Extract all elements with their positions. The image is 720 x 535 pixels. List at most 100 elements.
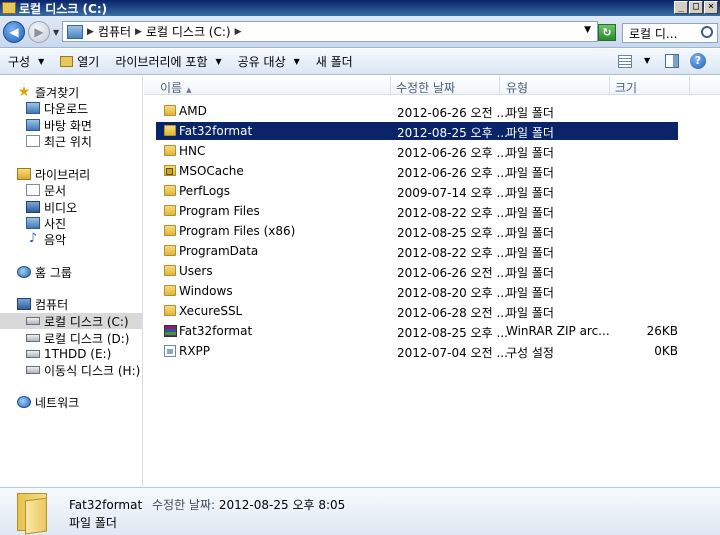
file-type: 파일 폴더 — [506, 106, 554, 120]
recent-pages-dropdown-icon[interactable]: ▼ — [53, 28, 59, 37]
column-divider[interactable] — [390, 76, 391, 95]
file-type: 파일 폴더 — [506, 246, 554, 260]
computer-icon — [67, 24, 83, 39]
file-date: 2012-08-25 오후 ... — [397, 326, 508, 340]
column-header-name[interactable]: 이름 ▲ — [160, 79, 191, 96]
open-label: 열기 — [77, 55, 100, 69]
file-date: 2012-06-28 오전 ... — [397, 306, 508, 320]
file-size: 0KB — [654, 344, 678, 358]
file-row[interactable]: ProgramData 2012-08-22 오후 ... 파일 폴더 — [156, 242, 678, 260]
breadcrumb-local-disk[interactable]: 로컬 디스크 (C:) — [146, 23, 231, 40]
file-row[interactable]: Fat32format 2012-08-25 오후 ... 파일 폴더 — [156, 122, 678, 140]
navigation-pane: ★ 즐겨찾기 다운로드 바탕 화면 최근 위치 라이브러리 문서 비디오 사진 … — [0, 76, 143, 486]
drive-icon — [2, 2, 16, 14]
refresh-button[interactable]: ↻ — [598, 24, 616, 41]
search-input[interactable]: 로컬 디... — [622, 23, 718, 43]
preview-pane-icon[interactable] — [665, 54, 679, 68]
homegroup-icon — [17, 266, 31, 278]
drive-icon — [26, 350, 40, 358]
file-row[interactable]: Users 2012-06-26 오전 ... 파일 폴더 — [156, 262, 678, 280]
file-row[interactable]: RXPP 2012-07-04 오전 ... 구성 설정 0KB — [156, 342, 678, 360]
share-with-button[interactable]: 공유 대상 ▼ — [230, 50, 308, 74]
file-date: 2009-07-14 오후 ... — [397, 186, 508, 200]
file-list: 이름 ▲ 수정한 날짜 유형 크기 AMD 2012-06-26 오전 ... 파일 … — [144, 76, 720, 486]
sidebar-item-label: 음악 — [44, 232, 67, 247]
file-row[interactable]: XecureSSL 2012-06-28 오전 ... 파일 폴더 — [156, 302, 678, 320]
file-row[interactable]: HNC 2012-06-26 오후 ... 파일 폴더 — [156, 142, 678, 160]
file-row[interactable]: Program Files (x86) 2012-08-25 오후 ... 파일 폴… — [156, 222, 678, 240]
sidebar-item-label: 바탕 화면 — [44, 118, 92, 133]
column-header-size[interactable]: 크기 — [615, 79, 637, 96]
file-row[interactable]: AMD 2012-06-26 오전 ... 파일 폴더 — [156, 102, 678, 120]
column-divider[interactable] — [689, 76, 690, 95]
sidebar-item-libraries[interactable]: 라이브러리 — [17, 166, 90, 182]
file-name: Fat32format — [179, 124, 253, 138]
minimize-button[interactable]: _ — [674, 1, 688, 14]
folder-icon — [15, 493, 49, 535]
sidebar-item-pictures[interactable]: 사진 — [26, 215, 66, 231]
folder-icon — [164, 305, 176, 316]
sidebar-item-local-disk-d[interactable]: 로컬 디스크 (D:) — [26, 330, 129, 346]
change-view-icon[interactable] — [618, 55, 632, 68]
file-row[interactable]: Windows 2012-08-20 오후 ... 파일 폴더 — [156, 282, 678, 300]
sidebar-item-network[interactable]: 네트워크 — [17, 394, 79, 410]
close-button[interactable]: × — [704, 1, 718, 14]
chevron-down-icon[interactable]: ▼ — [644, 56, 650, 65]
sidebar-item-1thdd-e[interactable]: 1THDD (E:) — [26, 346, 111, 362]
sidebar-item-downloads[interactable]: 다운로드 — [26, 100, 88, 116]
file-name: Users — [179, 264, 213, 278]
column-header-date[interactable]: 수정한 날짜 — [396, 79, 455, 96]
sidebar-item-removable-disk-h[interactable]: 이동식 디스크 (H:) — [26, 362, 140, 378]
sidebar-item-desktop[interactable]: 바탕 화면 — [26, 117, 92, 133]
sidebar-item-videos[interactable]: 비디오 — [26, 199, 77, 215]
details-modified-value: 2012-08-25 오후 8:05 — [218, 498, 346, 512]
window-controls: _ □ × — [674, 1, 718, 14]
open-button[interactable]: 열기 — [52, 50, 107, 74]
sidebar-item-homegroup[interactable]: 홈 그룹 — [17, 264, 72, 280]
sidebar-item-documents[interactable]: 문서 — [26, 182, 66, 198]
new-folder-button[interactable]: 새 폴더 — [308, 50, 361, 74]
file-date: 2012-08-25 오후 ... — [397, 226, 508, 240]
file-name: Windows — [179, 284, 233, 298]
file-name: XecureSSL — [179, 304, 243, 318]
column-divider[interactable] — [499, 76, 500, 95]
sidebar-item-label: 비디오 — [44, 200, 78, 215]
file-name: AMD — [179, 104, 207, 118]
folder-icon — [164, 125, 176, 136]
file-row[interactable]: Fat32format 2012-08-25 오후 ... WinRAR ZIP a… — [156, 322, 678, 340]
file-row[interactable]: Program Files 2012-08-22 오후 ... 파일 폴더 — [156, 202, 678, 220]
column-divider[interactable] — [609, 76, 610, 95]
star-icon: ★ — [17, 84, 31, 100]
share-with-label: 공유 대상 — [237, 55, 286, 69]
back-button[interactable]: ◀ — [3, 21, 25, 43]
chevron-right-icon[interactable]: ▶ — [135, 27, 142, 37]
file-name: RXPP — [179, 344, 211, 358]
search-icon[interactable] — [701, 26, 713, 38]
chevron-right-icon[interactable]: ▶ — [235, 27, 242, 37]
file-name: HNC — [179, 144, 206, 158]
file-date: 2012-06-26 오후 ... — [397, 166, 508, 180]
maximize-button[interactable]: □ — [689, 1, 703, 14]
details-modified-label: 수정한 날짜: — [152, 498, 216, 512]
folder-icon — [164, 105, 176, 116]
file-row[interactable]: PerfLogs 2009-07-14 오후 ... 파일 폴더 — [156, 182, 678, 200]
sidebar-item-favorites[interactable]: ★ 즐겨찾기 — [17, 84, 79, 100]
organize-button[interactable]: 구성 ▼ — [0, 50, 52, 74]
column-header-type[interactable]: 유형 — [506, 79, 528, 96]
chevron-right-icon[interactable]: ▶ — [87, 27, 94, 37]
file-type: 파일 폴더 — [506, 286, 554, 300]
sidebar-item-computer[interactable]: 컴퓨터 — [17, 296, 68, 312]
sidebar-item-recent-places[interactable]: 최근 위치 — [26, 133, 92, 149]
forward-button[interactable]: ▶ — [28, 21, 50, 43]
include-in-library-button[interactable]: 라이브러리에 포함 ▼ — [107, 50, 229, 74]
sidebar-item-music[interactable]: ♪ 음악 — [26, 231, 66, 247]
file-row[interactable]: MSOCache 2012-06-26 오후 ... 파일 폴더 — [156, 162, 678, 180]
file-date: 2012-06-26 오후 ... — [397, 146, 508, 160]
breadcrumb-computer[interactable]: 컴퓨터 — [98, 23, 131, 40]
file-date: 2012-08-25 오후 ... — [397, 126, 508, 140]
computer-icon — [17, 298, 31, 310]
help-icon[interactable]: ? — [690, 53, 706, 69]
sidebar-item-local-disk-c[interactable]: 로컬 디스크 (C:) — [0, 313, 142, 329]
address-field[interactable]: ▶ 컴퓨터 ▶ 로컬 디스크 (C:) ▶ ▼ — [62, 21, 598, 42]
address-dropdown-icon[interactable]: ▼ — [584, 25, 591, 35]
